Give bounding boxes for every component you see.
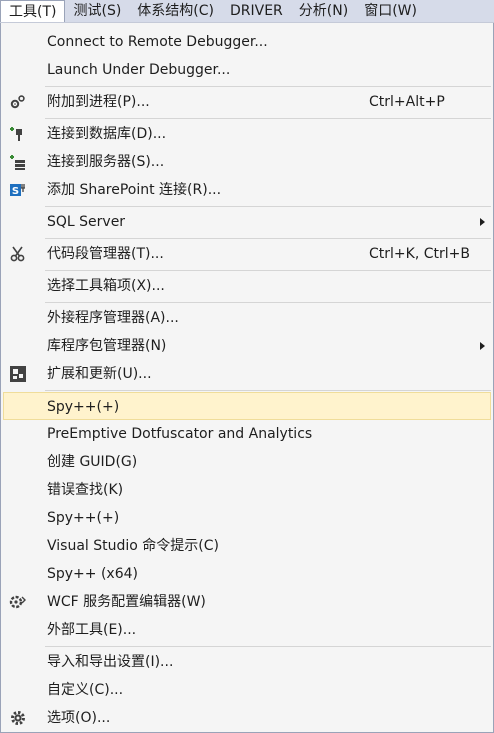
connect-database-icon bbox=[10, 127, 22, 141]
menu-separator bbox=[45, 206, 491, 207]
submenu-arrow-icon bbox=[480, 218, 485, 226]
menu-separator bbox=[45, 646, 491, 647]
menu-item-label: 选择工具箱项(X)... bbox=[47, 278, 165, 294]
menu-analyze[interactable]: 分析(N) bbox=[291, 0, 356, 22]
menu-item-label: 自定义(C)... bbox=[47, 682, 124, 698]
menu-item-dotfuscator[interactable]: PreEmptive Dotfuscator and Analytics bbox=[3, 420, 491, 448]
menu-item-label: 错误查找(K) bbox=[47, 482, 124, 498]
menu-item-package-manager[interactable]: 库程序包管理器(N) bbox=[3, 332, 491, 360]
menu-architecture[interactable]: 体系结构(C) bbox=[129, 0, 222, 22]
menu-item-label: Spy++ (x64) bbox=[47, 566, 138, 582]
menu-bar: 工具(T) 测试(S) 体系结构(C) DRIVER 分析(N) 窗口(W) bbox=[0, 0, 494, 23]
menu-item-label: 外部工具(E)... bbox=[47, 622, 137, 638]
menu-test[interactable]: 测试(S) bbox=[65, 0, 129, 22]
menu-item-connect-remote-debugger[interactable]: Connect to Remote Debugger... bbox=[3, 28, 491, 56]
menu-item-extensions-updates[interactable]: 扩展和更新(U)... bbox=[3, 360, 491, 388]
menu-item-label: 库程序包管理器(N) bbox=[47, 338, 167, 354]
menu-item-choose-toolbox-items[interactable]: 选择工具箱项(X)... bbox=[3, 272, 491, 300]
menu-separator bbox=[45, 390, 491, 391]
menu-item-label: 创建 GUID(G) bbox=[47, 454, 138, 470]
menu-item-label: 附加到进程(P)... bbox=[47, 94, 150, 110]
menu-separator bbox=[45, 118, 491, 119]
menu-item-add-sharepoint[interactable]: S 添加 SharePoint 连接(R)... bbox=[3, 176, 491, 204]
menu-item-error-lookup[interactable]: 错误查找(K) bbox=[3, 476, 491, 504]
menu-item-label: Spy++(+) bbox=[47, 510, 120, 526]
menu-item-label: 连接到服务器(S)... bbox=[47, 154, 165, 170]
tools-dropdown-menu: Connect to Remote Debugger... Launch Und… bbox=[0, 23, 494, 733]
menu-item-label: Visual Studio 命令提示(C) bbox=[47, 538, 219, 554]
menu-item-addin-manager[interactable]: 外接程序管理器(A)... bbox=[3, 304, 491, 332]
menu-item-shortcut: Ctrl+Alt+P bbox=[369, 94, 445, 110]
menu-item-sql-server[interactable]: SQL Server bbox=[3, 208, 491, 236]
menu-item-label: SQL Server bbox=[47, 214, 126, 230]
menu-item-label: WCF 服务配置编辑器(W) bbox=[47, 594, 206, 610]
menu-item-customize[interactable]: 自定义(C)... bbox=[3, 676, 491, 704]
menu-item-options[interactable]: 选项(O)... bbox=[3, 704, 491, 732]
svg-text:S: S bbox=[12, 186, 19, 197]
submenu-arrow-icon bbox=[480, 342, 485, 350]
menu-item-launch-under-debugger[interactable]: Launch Under Debugger... bbox=[3, 56, 491, 84]
sharepoint-icon: S bbox=[10, 184, 25, 197]
wcf-config-icon bbox=[9, 595, 26, 609]
menu-item-snippets-manager[interactable]: 代码段管理器(T)... Ctrl+K, Ctrl+B bbox=[3, 240, 491, 268]
menu-window[interactable]: 窗口(W) bbox=[356, 0, 425, 22]
menu-item-spy-x64[interactable]: Spy++ (x64) bbox=[3, 560, 491, 588]
menu-item-label: 选项(O)... bbox=[47, 710, 111, 726]
menu-separator bbox=[45, 302, 491, 303]
menu-item-wcf-config-editor[interactable]: WCF 服务配置编辑器(W) bbox=[3, 588, 491, 616]
menu-item-label: 连接到数据库(D)... bbox=[47, 126, 167, 142]
menu-item-spy-highlighted[interactable]: Spy++(+) bbox=[3, 392, 491, 420]
menu-item-shortcut: Ctrl+K, Ctrl+B bbox=[369, 246, 470, 262]
menu-item-label: PreEmptive Dotfuscator and Analytics bbox=[47, 426, 313, 442]
extensions-icon bbox=[10, 366, 26, 382]
gear-icon bbox=[11, 711, 25, 725]
menu-separator bbox=[45, 238, 491, 239]
connect-server-icon bbox=[10, 155, 25, 170]
menu-item-label: Connect to Remote Debugger... bbox=[47, 34, 268, 50]
menu-item-import-export-settings[interactable]: 导入和导出设置(I)... bbox=[3, 648, 491, 676]
attach-process-icon bbox=[10, 95, 25, 109]
menu-item-label: 添加 SharePoint 连接(R)... bbox=[47, 182, 222, 198]
menu-item-vs-command-prompt[interactable]: Visual Studio 命令提示(C) bbox=[3, 532, 491, 560]
menu-tools[interactable]: 工具(T) bbox=[0, 0, 66, 22]
menu-item-label: 代码段管理器(T)... bbox=[47, 246, 164, 262]
menu-item-attach-to-process[interactable]: 附加到进程(P)... Ctrl+Alt+P bbox=[3, 88, 491, 116]
menu-item-label: Launch Under Debugger... bbox=[47, 62, 231, 78]
menu-separator bbox=[45, 86, 491, 87]
menu-driver[interactable]: DRIVER bbox=[222, 0, 291, 22]
menu-item-label: 外接程序管理器(A)... bbox=[47, 310, 179, 326]
menu-item-label: Spy++(+) bbox=[47, 399, 120, 415]
menu-item-connect-server[interactable]: 连接到服务器(S)... bbox=[3, 148, 491, 176]
menu-item-create-guid[interactable]: 创建 GUID(G) bbox=[3, 448, 491, 476]
menu-item-spy[interactable]: Spy++(+) bbox=[3, 504, 491, 532]
menu-item-external-tools[interactable]: 外部工具(E)... bbox=[3, 616, 491, 644]
menu-item-connect-database[interactable]: 连接到数据库(D)... bbox=[3, 120, 491, 148]
menu-separator bbox=[45, 270, 491, 271]
menu-item-label: 扩展和更新(U)... bbox=[47, 366, 152, 382]
menu-item-label: 导入和导出设置(I)... bbox=[47, 654, 174, 670]
snippet-icon bbox=[10, 246, 25, 262]
